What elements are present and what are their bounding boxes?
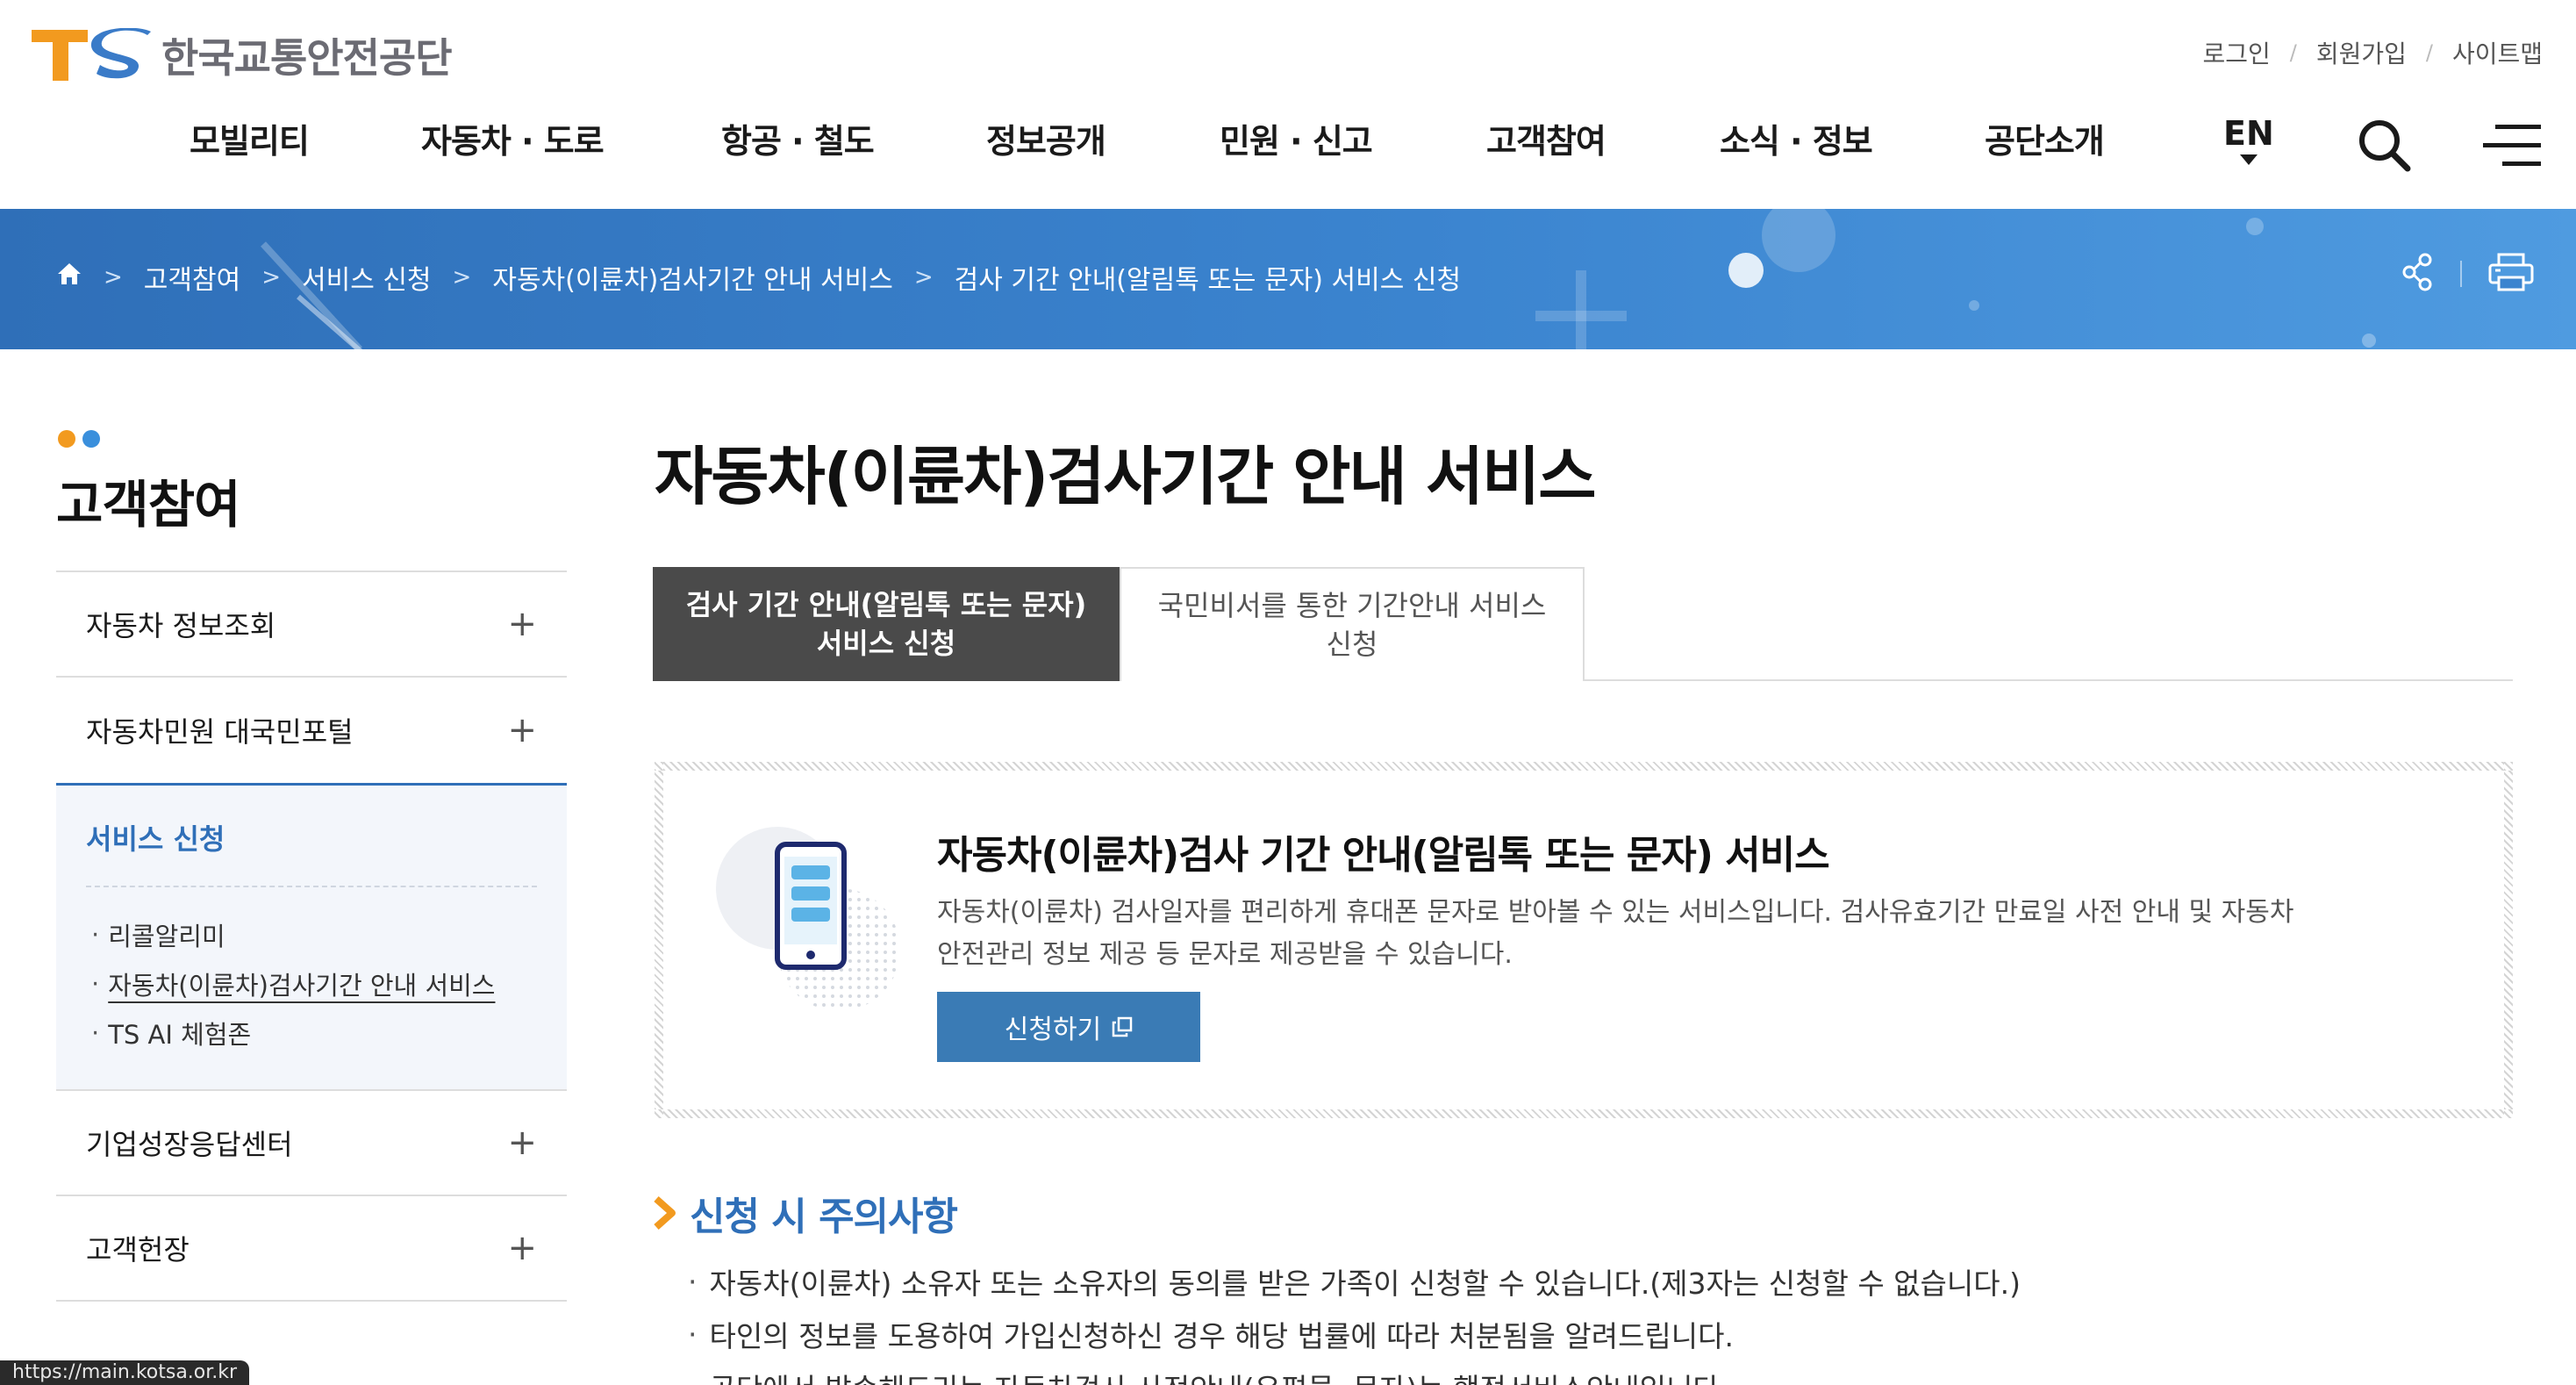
sidebar-item-label: 기업성장응답센터 xyxy=(86,1128,293,1161)
caret-down-icon xyxy=(2239,154,2258,165)
apply-button[interactable]: 신청하기 xyxy=(937,992,1200,1062)
ts-logo-mark xyxy=(32,27,151,83)
gnb-item-air-rail[interactable]: 항공 · 철도 xyxy=(721,114,875,162)
breadcrumb: > 고객참여 > 서비스 신청 > 자동차(이륜차)검사기간 안내 서비스 > … xyxy=(56,258,1461,297)
new-window-icon xyxy=(1112,1016,1133,1037)
home-icon[interactable] xyxy=(56,262,82,293)
signup-link[interactable]: 회원가입 xyxy=(2316,35,2407,70)
site-header: 한국교통안전공단 로그인 / 회원가입 / 사이트맵 모빌리티 자동차 · 도로… xyxy=(0,0,2576,209)
tab-inspection-notice-apply[interactable]: 검사 기간 안내(알림톡 또는 문자) 서비스 신청 xyxy=(653,567,1120,681)
gnb-item-civil-report[interactable]: 민원 · 신고 xyxy=(1220,114,1373,162)
gnb-item-car-road[interactable]: 자동차 · 도로 xyxy=(421,114,605,162)
logo-name: 한국교통안전공단 xyxy=(161,34,453,82)
phone-chat-icon xyxy=(716,818,909,1011)
list-item: · 타인의 정보를 도용하여 가입신청하신 경우 해당 법률에 따라 처분됨을 알… xyxy=(688,1317,1734,1354)
language-toggle[interactable]: EN xyxy=(2223,114,2274,165)
language-label: EN xyxy=(2223,114,2274,153)
chevron-right-icon: > xyxy=(261,264,281,291)
global-nav: 모빌리티 자동차 · 도로 항공 · 철도 정보공개 민원 · 신고 고객참여 … xyxy=(0,114,2576,176)
gnb-item-customer[interactable]: 고객참여 xyxy=(1486,114,1606,162)
sitemap-link[interactable]: 사이트맵 xyxy=(2452,35,2543,70)
sidebar-item-business-center[interactable]: 기업성장응답센터 + xyxy=(56,1091,567,1196)
notice-heading: 신청 시 주의사항 xyxy=(653,1185,958,1241)
chevron-right-icon: > xyxy=(104,264,123,291)
sidebar: 고객참여 자동차 정보조회 + 자동차민원 대국민포털 + 서비스 신청 · 리콜… xyxy=(56,430,567,1302)
chevron-right-icon: > xyxy=(913,264,934,291)
util-separator: / xyxy=(2425,40,2433,65)
plus-icon: + xyxy=(507,1123,537,1163)
sidebar-item-service-apply: 서비스 신청 · 리콜알리미 · 자동차(이륜차)검사기간 안내 서비스 · TS A… xyxy=(56,783,567,1091)
tab-bar: 검사 기간 안내(알림톡 또는 문자) 서비스 신청 국민비서를 통한 기간안내 … xyxy=(653,567,2513,681)
print-icon[interactable] xyxy=(2488,253,2534,295)
gnb-item-news[interactable]: 소식 · 정보 xyxy=(1720,114,1873,162)
breadcrumb-item[interactable]: 자동차(이륜차)검사기간 안내 서비스 xyxy=(492,258,892,297)
search-icon[interactable] xyxy=(2357,118,2413,177)
sidebar-item-label[interactable]: 서비스 신청 xyxy=(86,817,537,858)
service-description: 자동차(이륜차) 검사일자를 편리하게 휴대폰 문자로 받아볼 수 있는 서비스… xyxy=(937,897,2294,970)
tool-divider xyxy=(2460,261,2462,287)
gnb-item-mobility[interactable]: 모빌리티 xyxy=(190,114,310,162)
status-bar-url: https://main.kotsa.or.kr xyxy=(0,1360,250,1385)
service-box: 자동차(이륜차)검사 기간 안내(알림톡 또는 문자) 서비스 자동차(이륜차)… xyxy=(655,762,2513,1118)
sidebar-menu: 자동차 정보조회 + 자동차민원 대국민포털 + 서비스 신청 · 리콜알리미 ·… xyxy=(56,571,567,1302)
breadcrumb-item[interactable]: 고객참여 xyxy=(144,258,240,297)
sidebar-item-label: 자동차 정보조회 xyxy=(86,609,276,642)
plus-icon: + xyxy=(507,1228,537,1268)
sidebar-dots xyxy=(58,430,567,448)
sidebar-title: 고객참여 xyxy=(56,475,240,535)
breadcrumb-item-current[interactable]: 검사 기간 안내(알림톡 또는 문자) 서비스 신청 xyxy=(955,258,1461,297)
submenu-item-inspection-notice[interactable]: · 자동차(이륜차)검사기간 안내 서비스 xyxy=(86,959,537,1008)
utility-nav: 로그인 / 회원가입 / 사이트맵 xyxy=(2202,35,2543,70)
submenu-item-recall[interactable]: · 리콜알리미 xyxy=(86,910,537,959)
service-title: 자동차(이륜차)검사 기간 안내(알림톡 또는 문자) 서비스 xyxy=(937,833,1830,878)
plus-icon: + xyxy=(507,710,537,750)
notice-title: 신청 시 주의사항 xyxy=(690,1195,958,1239)
breadcrumb-band: > 고객참여 > 서비스 신청 > 자동차(이륜차)검사기간 안내 서비스 > … xyxy=(0,209,2576,349)
submenu-item-ai-zone[interactable]: · TS AI 체험존 xyxy=(86,1008,537,1058)
sidebar-item-car-info[interactable]: 자동차 정보조회 + xyxy=(56,572,567,678)
list-item: ·공단에서 발송해드리는 자동차검사 사전안내(우편물, 문자)는 행정서비스안… xyxy=(688,1360,2530,1385)
chevron-right-icon xyxy=(654,1196,676,1230)
breadcrumb-item[interactable]: 서비스 신청 xyxy=(302,258,432,297)
plus-icon: + xyxy=(507,604,537,644)
login-link[interactable]: 로그인 xyxy=(2202,35,2270,70)
sidebar-item-label: 고객헌장 xyxy=(86,1233,190,1267)
sidebar-item-customer-charter[interactable]: 고객헌장 + xyxy=(56,1196,567,1302)
site-logo[interactable]: 한국교통안전공단 xyxy=(32,26,453,84)
gnb-item-info-disclosure[interactable]: 정보공개 xyxy=(986,114,1106,162)
sidebar-submenu: · 리콜알리미 · 자동차(이륜차)검사기간 안내 서비스 · TS AI 체험존 xyxy=(86,886,537,1058)
notice-list: · 자동차(이륜차) 소유자 또는 소유자의 동의를 받은 가족이 신청할 수 있… xyxy=(688,1255,2530,1385)
sidebar-item-label: 자동차민원 대국민포털 xyxy=(86,715,354,749)
menu-icon[interactable] xyxy=(2483,125,2541,170)
sidebar-item-civil-portal[interactable]: 자동차민원 대국민포털 + xyxy=(56,678,567,783)
share-icon[interactable] xyxy=(2402,253,2434,295)
dot-blue xyxy=(82,430,100,448)
dot-orange xyxy=(58,430,75,448)
page-title: 자동차(이륜차)검사기간 안내 서비스 xyxy=(655,440,1597,513)
gnb-item-about[interactable]: 공단소개 xyxy=(1985,114,2105,162)
page-tools xyxy=(2402,253,2534,295)
tab-national-secretary[interactable]: 국민비서를 통한 기간안내 서비스 신청 xyxy=(1120,567,1585,681)
list-item: · 자동차(이륜차) 소유자 또는 소유자의 동의를 받은 가족이 신청할 수 있… xyxy=(688,1264,2021,1302)
chevron-right-icon: > xyxy=(452,264,472,291)
util-separator: / xyxy=(2289,40,2297,65)
